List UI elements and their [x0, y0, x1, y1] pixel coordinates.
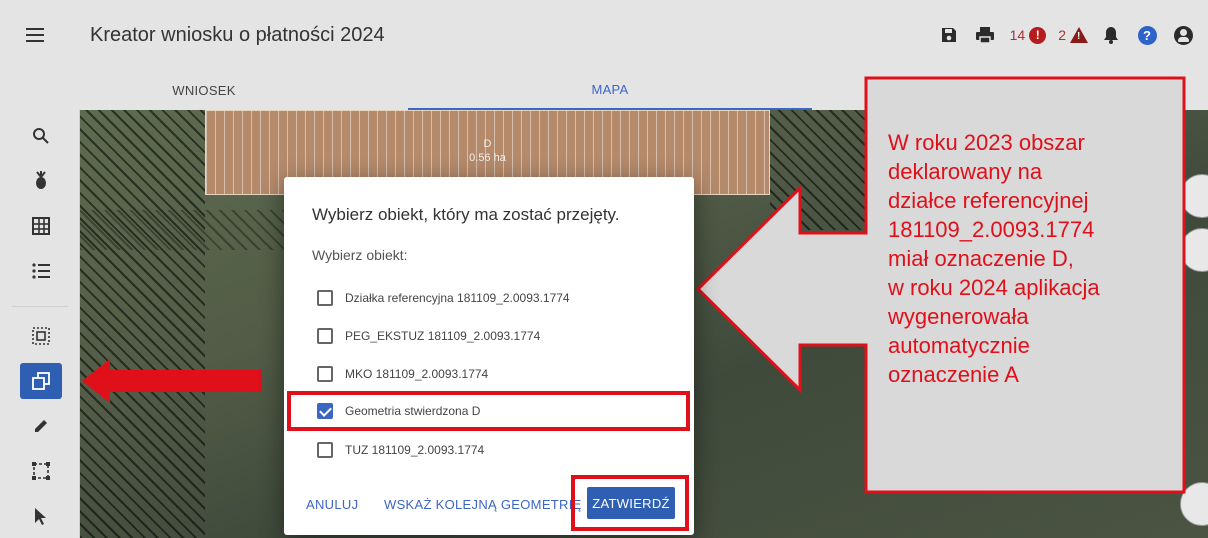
- option-tuz[interactable]: TUZ 181109_2.0093.1774: [317, 439, 484, 461]
- dialog-actions: ANULUJ WSKAŻ KOLEJNĄ GEOMETRIĘ ZATWIERDŹ: [284, 475, 694, 531]
- option-dzialka-referencyjna[interactable]: Działka referencyjna 181109_2.0093.1774: [317, 287, 570, 309]
- option-label: Działka referencyjna 181109_2.0093.1774: [345, 291, 570, 305]
- option-mko[interactable]: MKO 181109_2.0093.1774: [317, 363, 488, 385]
- dialog-title: Wybierz obiekt, który ma zostać przejęty…: [312, 205, 620, 224]
- option-peg-ekstuz[interactable]: PEG_EKSTUZ 181109_2.0093.1774: [317, 325, 540, 347]
- option-label: MKO 181109_2.0093.1774: [345, 367, 489, 381]
- select-object-dialog: Wybierz obiekt, który ma zostać przejęty…: [284, 177, 694, 535]
- option-label: PEG_EKSTUZ 181109_2.0093.1774: [345, 329, 541, 343]
- red-pointer-arrow: [82, 359, 262, 403]
- checkbox[interactable]: [317, 328, 333, 344]
- checkbox[interactable]: [317, 366, 333, 382]
- checkbox[interactable]: [317, 442, 333, 458]
- next-geometry-button[interactable]: WSKAŻ KOLEJNĄ GEOMETRIĘ: [384, 497, 582, 512]
- checkbox[interactable]: [317, 290, 333, 306]
- confirm-button[interactable]: ZATWIERDŹ: [587, 487, 675, 519]
- checkbox-checked[interactable]: [317, 403, 333, 419]
- option-label: Geometria stwierdzona D: [345, 404, 481, 418]
- cancel-button[interactable]: ANULUJ: [306, 497, 358, 512]
- dialog-subtitle: Wybierz obiekt:: [312, 247, 408, 263]
- annotation-text: W roku 2023 obszar deklarowany na działc…: [888, 130, 1100, 387]
- option-label: TUZ 181109_2.0093.1774: [345, 443, 485, 457]
- option-geometria-stwierdzona[interactable]: Geometria stwierdzona D: [317, 400, 480, 422]
